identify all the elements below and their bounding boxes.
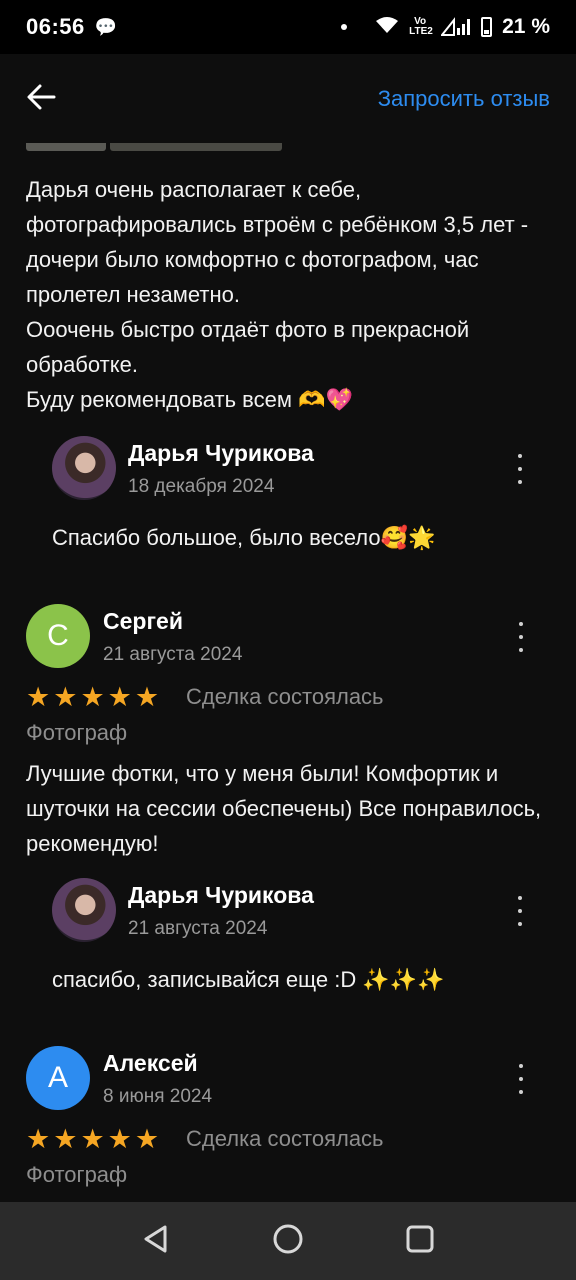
star-icon: ★ bbox=[80, 1124, 105, 1154]
status-icons: Vo LTE2 21 % bbox=[341, 15, 550, 39]
volte-icon: Vo LTE2 bbox=[409, 16, 433, 37]
avatar: С bbox=[26, 604, 90, 668]
review-author: Алексей bbox=[103, 1050, 198, 1076]
star-icon: ★ bbox=[26, 1124, 51, 1154]
reply-text: спасибо, записывайся еще :D ✨✨✨ bbox=[52, 967, 445, 992]
star-icon: ★ bbox=[26, 682, 51, 712]
photo-strip-fragment[interactable] bbox=[26, 143, 282, 151]
review-date: 21 августа 2024 bbox=[103, 644, 243, 665]
battery-percent: 21 % bbox=[502, 15, 550, 38]
deal-status: Сделка состоялась bbox=[186, 1126, 384, 1151]
more-options-icon[interactable] bbox=[511, 622, 531, 652]
star-icon: ★ bbox=[134, 1124, 160, 1154]
seller-reply-header: Дарья Чурикова 21 августа 2024 bbox=[52, 878, 552, 948]
back-button[interactable] bbox=[24, 80, 64, 120]
nav-recents-button[interactable] bbox=[404, 1223, 436, 1260]
request-review-button[interactable]: Запросить отзыв bbox=[378, 86, 550, 112]
triangle-back-icon bbox=[144, 1225, 167, 1252]
notification-dot-icon bbox=[341, 24, 348, 30]
wifi-icon bbox=[375, 16, 399, 39]
status-bar: 06:56 💬 Vo LTE2 21 % bbox=[0, 0, 576, 54]
rating-stars: ★ ★ ★ ★ ★ bbox=[26, 1124, 159, 1154]
star-icon: ★ bbox=[53, 1124, 78, 1154]
review-author: Сергей bbox=[103, 608, 183, 634]
review-text: Лучшие фотки, что у меня были! Комфортик… bbox=[26, 761, 548, 856]
star-icon: ★ bbox=[53, 682, 78, 712]
more-options-icon[interactable] bbox=[511, 1064, 531, 1094]
more-options-icon[interactable] bbox=[510, 896, 530, 926]
seller-reply-header: Дарья Чурикова 18 декабря 2024 bbox=[52, 436, 552, 506]
avatar bbox=[52, 436, 116, 500]
avatar: А bbox=[26, 1046, 90, 1110]
square-recents-icon bbox=[406, 1225, 434, 1252]
nav-home-button[interactable] bbox=[272, 1223, 304, 1260]
rating-stars: ★ ★ ★ ★ ★ bbox=[26, 682, 159, 712]
star-icon: ★ bbox=[107, 1124, 132, 1154]
reply-text: Спасибо большое, было весело🥰🌟 bbox=[52, 525, 436, 550]
system-nav-bar bbox=[0, 1202, 576, 1280]
review-date: 8 июня 2024 bbox=[103, 1086, 213, 1107]
reply-date: 21 августа 2024 bbox=[128, 918, 268, 939]
reply-date: 18 декабря 2024 bbox=[128, 476, 275, 497]
nav-back-button[interactable] bbox=[140, 1223, 172, 1260]
reply-author: Дарья Чурикова bbox=[128, 440, 314, 466]
battery-icon bbox=[481, 17, 493, 37]
more-options-icon[interactable] bbox=[510, 454, 530, 484]
review-category: Фотограф bbox=[26, 1162, 128, 1187]
star-icon: ★ bbox=[80, 682, 105, 712]
chat-bubble-icon: 💬 bbox=[94, 16, 118, 37]
avatar bbox=[52, 878, 116, 942]
status-time: 06:56 bbox=[26, 14, 85, 39]
circle-home-icon bbox=[273, 1224, 303, 1253]
reviews-list[interactable]: Дарья очень располагает к себе, фотограф… bbox=[0, 160, 576, 1202]
review-category: Фотограф bbox=[26, 720, 128, 745]
app-bar: Запросить отзыв bbox=[0, 54, 576, 144]
arrow-left-icon bbox=[27, 84, 56, 110]
deal-status: Сделка состоялась bbox=[186, 684, 384, 709]
signal-icon bbox=[441, 17, 471, 36]
star-icon: ★ bbox=[107, 682, 132, 712]
review-text: Дарья очень располагает к себе, фотограф… bbox=[26, 177, 529, 412]
star-icon: ★ bbox=[134, 682, 160, 712]
reply-author: Дарья Чурикова bbox=[128, 882, 314, 908]
